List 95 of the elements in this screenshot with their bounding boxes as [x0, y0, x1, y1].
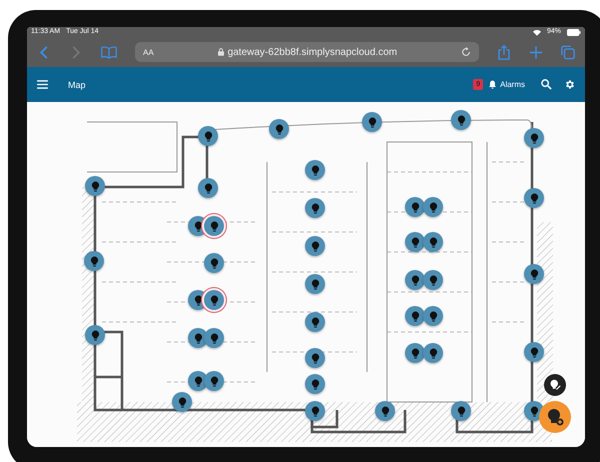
light-marker[interactable]: [405, 270, 425, 290]
light-bulb-icon: [530, 346, 538, 358]
light-marker[interactable]: [305, 348, 325, 368]
light-bulb-icon: [178, 396, 186, 408]
light-marker[interactable]: [204, 371, 224, 391]
light-marker[interactable]: [423, 197, 443, 217]
light-bulb-icon: [410, 310, 420, 322]
light-bulb-icon: [530, 406, 538, 416]
light-marker[interactable]: [198, 178, 218, 198]
light-bulb-icon: [368, 116, 376, 128]
light-marker[interactable]: [269, 119, 289, 139]
light-bulb-icon: [428, 202, 438, 212]
light-bulb-icon: [210, 258, 218, 268]
light-marker[interactable]: [204, 253, 224, 273]
lock-icon: [218, 48, 224, 56]
light-marker[interactable]: [305, 160, 325, 180]
reload-icon[interactable]: [461, 47, 471, 57]
light-bulb-icon: [410, 274, 420, 286]
light-marker[interactable]: [423, 270, 443, 290]
light-marker[interactable]: [362, 112, 382, 132]
light-marker[interactable]: [85, 325, 105, 345]
light-bulb-icon: [90, 330, 100, 340]
light-bulb-icon: [410, 348, 420, 358]
light-bulb-icon: [210, 376, 218, 386]
light-bulb-icon: [380, 406, 390, 416]
light-bulb-icon: [204, 130, 212, 142]
light-bulb-icon: [428, 348, 438, 358]
light-marker[interactable]: [85, 176, 105, 196]
light-bulb-icon: [310, 352, 320, 364]
light-bulb-icon: [194, 220, 202, 232]
light-bulb-icon: [428, 274, 438, 286]
light-marker[interactable]: [305, 312, 325, 332]
light-marker[interactable]: [524, 342, 544, 362]
light-marker[interactable]: [305, 198, 325, 218]
light-bulb-icon: [410, 236, 420, 248]
battery-icon: [567, 28, 581, 36]
light-bulb-icon: [194, 376, 202, 386]
light-marker[interactable]: [172, 392, 192, 412]
light-bulb-icon: [530, 192, 538, 204]
alarms-button[interactable]: Alarms: [485, 80, 529, 89]
light-bulb-icon: [428, 310, 438, 322]
light-bulb-icon: [410, 202, 420, 212]
light-bulb-icon: [274, 124, 284, 134]
wifi-icon: [532, 28, 541, 36]
light-bulb-icon: [204, 182, 212, 194]
bulb-pencil-icon: [549, 379, 561, 391]
light-bulb-icon: [310, 406, 320, 416]
light-marker[interactable]: [305, 274, 325, 294]
light-marker[interactable]: [405, 306, 425, 326]
light-marker[interactable]: [405, 343, 425, 363]
light-marker[interactable]: [451, 110, 471, 130]
light-marker[interactable]: [305, 374, 325, 394]
light-bulb-icon: [194, 294, 202, 306]
page-title: Map: [68, 80, 86, 90]
light-marker[interactable]: [524, 264, 544, 284]
light-bulb-icon: [310, 278, 320, 290]
light-bulb-icon: [90, 180, 100, 192]
light-marker[interactable]: [188, 371, 208, 391]
light-marker[interactable]: [84, 251, 104, 271]
address-bar[interactable]: AA gateway-62bb8f.simplysnapcloud.com: [135, 42, 479, 62]
light-marker[interactable]: [188, 328, 208, 348]
light-bulb-icon: [310, 202, 320, 214]
light-marker[interactable]: [405, 197, 425, 217]
light-bulb-icon: [310, 164, 320, 176]
light-marker[interactable]: [423, 306, 443, 326]
light-bulb-icon: [530, 132, 538, 144]
light-marker[interactable]: [524, 188, 544, 208]
light-marker[interactable]: [204, 328, 224, 348]
settings-icon[interactable]: [564, 79, 575, 90]
light-bulb-icon: [428, 236, 438, 248]
light-bulb-icon: [194, 332, 202, 344]
url-text: gateway-62bb8f.simplysnapcloud.com: [228, 46, 398, 58]
bulb-plus-icon: [546, 408, 564, 426]
light-bulb-icon: [530, 268, 538, 280]
light-marker[interactable]: [423, 343, 443, 363]
light-marker[interactable]: [405, 232, 425, 252]
light-marker[interactable]: [305, 236, 325, 256]
text-size-button[interactable]: AA: [143, 48, 154, 56]
light-bulb-icon: [456, 114, 466, 126]
search-icon[interactable]: [541, 79, 552, 90]
light-bulb-icon: [310, 316, 320, 328]
light-bulb-icon: [210, 294, 218, 306]
light-bulb-icon: [210, 220, 218, 232]
bell-icon: [489, 80, 496, 89]
light-bulb-icon: [310, 378, 320, 390]
light-bulb-icon: [210, 332, 218, 344]
alarm-light-marker[interactable]: [204, 216, 224, 236]
light-bulb-icon: [90, 256, 98, 266]
light-marker[interactable]: [198, 126, 218, 146]
alarm-light-marker[interactable]: [204, 290, 224, 310]
menu-icon[interactable]: [37, 80, 48, 89]
light-bulb-icon: [310, 240, 320, 252]
light-bulb-icon: [456, 406, 466, 416]
light-marker[interactable]: [524, 128, 544, 148]
light-marker[interactable]: [423, 232, 443, 252]
